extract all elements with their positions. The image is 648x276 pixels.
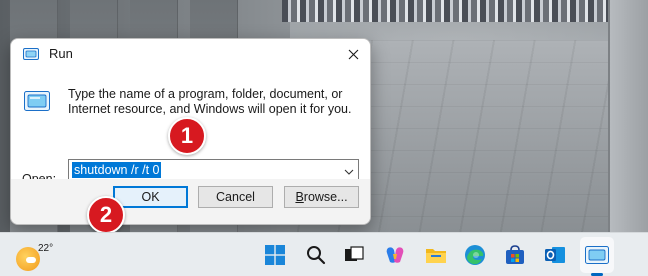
edge-icon[interactable] <box>463 243 487 267</box>
dialog-title: Run <box>49 46 73 61</box>
dialog-description: Type the name of a program, folder, docu… <box>68 87 352 116</box>
ok-button[interactable]: OK <box>113 186 188 208</box>
command-value[interactable]: shutdown /r /t 0 <box>72 162 162 178</box>
step-marker-2: 2 <box>87 196 125 234</box>
run-icon <box>23 47 39 60</box>
taskbar: 22° <box>0 232 648 276</box>
run-app-icon <box>24 91 50 111</box>
browse-label: rowse... <box>303 190 348 204</box>
copilot-icon[interactable] <box>383 243 407 267</box>
step-marker-1: 1 <box>168 117 206 155</box>
wallpaper-city <box>282 0 608 22</box>
close-button[interactable] <box>336 39 370 69</box>
cancel-button[interactable]: Cancel <box>198 186 273 208</box>
weather-widget[interactable]: 22° <box>14 241 54 271</box>
close-icon <box>348 49 358 59</box>
chevron-down-icon[interactable] <box>343 165 355 177</box>
browse-button[interactable]: Browse... <box>284 186 359 208</box>
command-input[interactable]: shutdown /r /t 0 <box>68 159 359 181</box>
run-taskbar-icon[interactable] <box>585 243 609 267</box>
windows-start-icon[interactable] <box>263 243 287 267</box>
browse-accelerator: B <box>295 190 304 204</box>
weather-temperature: 22° <box>38 243 54 254</box>
button-row: OK Cancel Browse... <box>11 179 370 224</box>
microsoft-store-icon[interactable] <box>503 243 527 267</box>
task-view-icon[interactable] <box>342 243 366 267</box>
outlook-icon[interactable] <box>543 243 567 267</box>
file-explorer-icon[interactable] <box>424 243 448 267</box>
wallpaper-railing <box>608 0 648 232</box>
title-bar[interactable]: Run <box>11 39 370 69</box>
search-icon[interactable] <box>304 243 328 267</box>
